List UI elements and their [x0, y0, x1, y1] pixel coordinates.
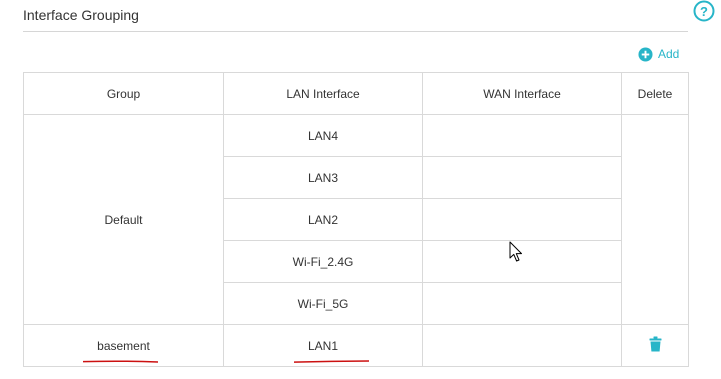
question-circle-icon[interactable]: ?	[693, 0, 715, 22]
header-delete: Delete	[621, 72, 689, 115]
title-divider	[23, 31, 688, 32]
add-button[interactable]: Add	[638, 46, 679, 62]
header-lan-interface: LAN Interface	[223, 72, 423, 115]
svg-text:?: ?	[700, 4, 708, 19]
wan-interface-cell	[422, 156, 622, 199]
mouse-cursor-icon	[509, 241, 522, 262]
lan-interface: Wi-Fi_5G	[297, 296, 349, 311]
add-label: Add	[658, 47, 680, 61]
annotation-underline	[83, 359, 159, 363]
trash-icon[interactable]	[649, 336, 662, 352]
lan-interface: LAN3	[307, 170, 339, 185]
wan-interface-cell	[422, 282, 622, 325]
delete-cell	[621, 324, 689, 367]
lan-interface-cell: Wi-Fi_5G	[223, 282, 423, 325]
lan-interface-cell: LAN4	[223, 114, 423, 157]
annotation-underline	[293, 359, 369, 363]
delete-cell	[621, 114, 689, 325]
plus-circle-icon	[638, 46, 653, 62]
table-header-row: Group LAN Interface WAN Interface Delete	[23, 72, 689, 115]
group-name: Default	[104, 212, 143, 227]
lan-interface: Wi-Fi_2.4G	[292, 254, 354, 269]
lan-interface-cell: LAN1	[223, 324, 423, 367]
table-row: basement LAN1	[23, 324, 689, 367]
table-row: Default LAN4	[23, 114, 689, 325]
section-title: Interface Grouping	[23, 7, 139, 23]
wan-interface-cell	[422, 324, 622, 367]
group-name: basement	[97, 338, 150, 353]
wan-interface-cell	[422, 198, 622, 241]
wan-interface-cell	[422, 114, 622, 157]
lan-interface-cell: Wi-Fi_2.4G	[223, 240, 423, 283]
lan-interface: LAN1	[307, 338, 339, 353]
lan-interface-cell: LAN3	[223, 156, 423, 199]
lan-interface-cell: LAN2	[223, 198, 423, 241]
lan-interface: LAN2	[307, 212, 339, 227]
header-group: Group	[23, 72, 224, 115]
lan-interface: LAN4	[307, 128, 339, 143]
header-wan-interface: WAN Interface	[422, 72, 622, 115]
interface-grouping-table: Group LAN Interface WAN Interface Delete…	[23, 72, 689, 367]
group-name-cell: Default	[23, 114, 224, 325]
group-name-cell: basement	[23, 324, 224, 367]
